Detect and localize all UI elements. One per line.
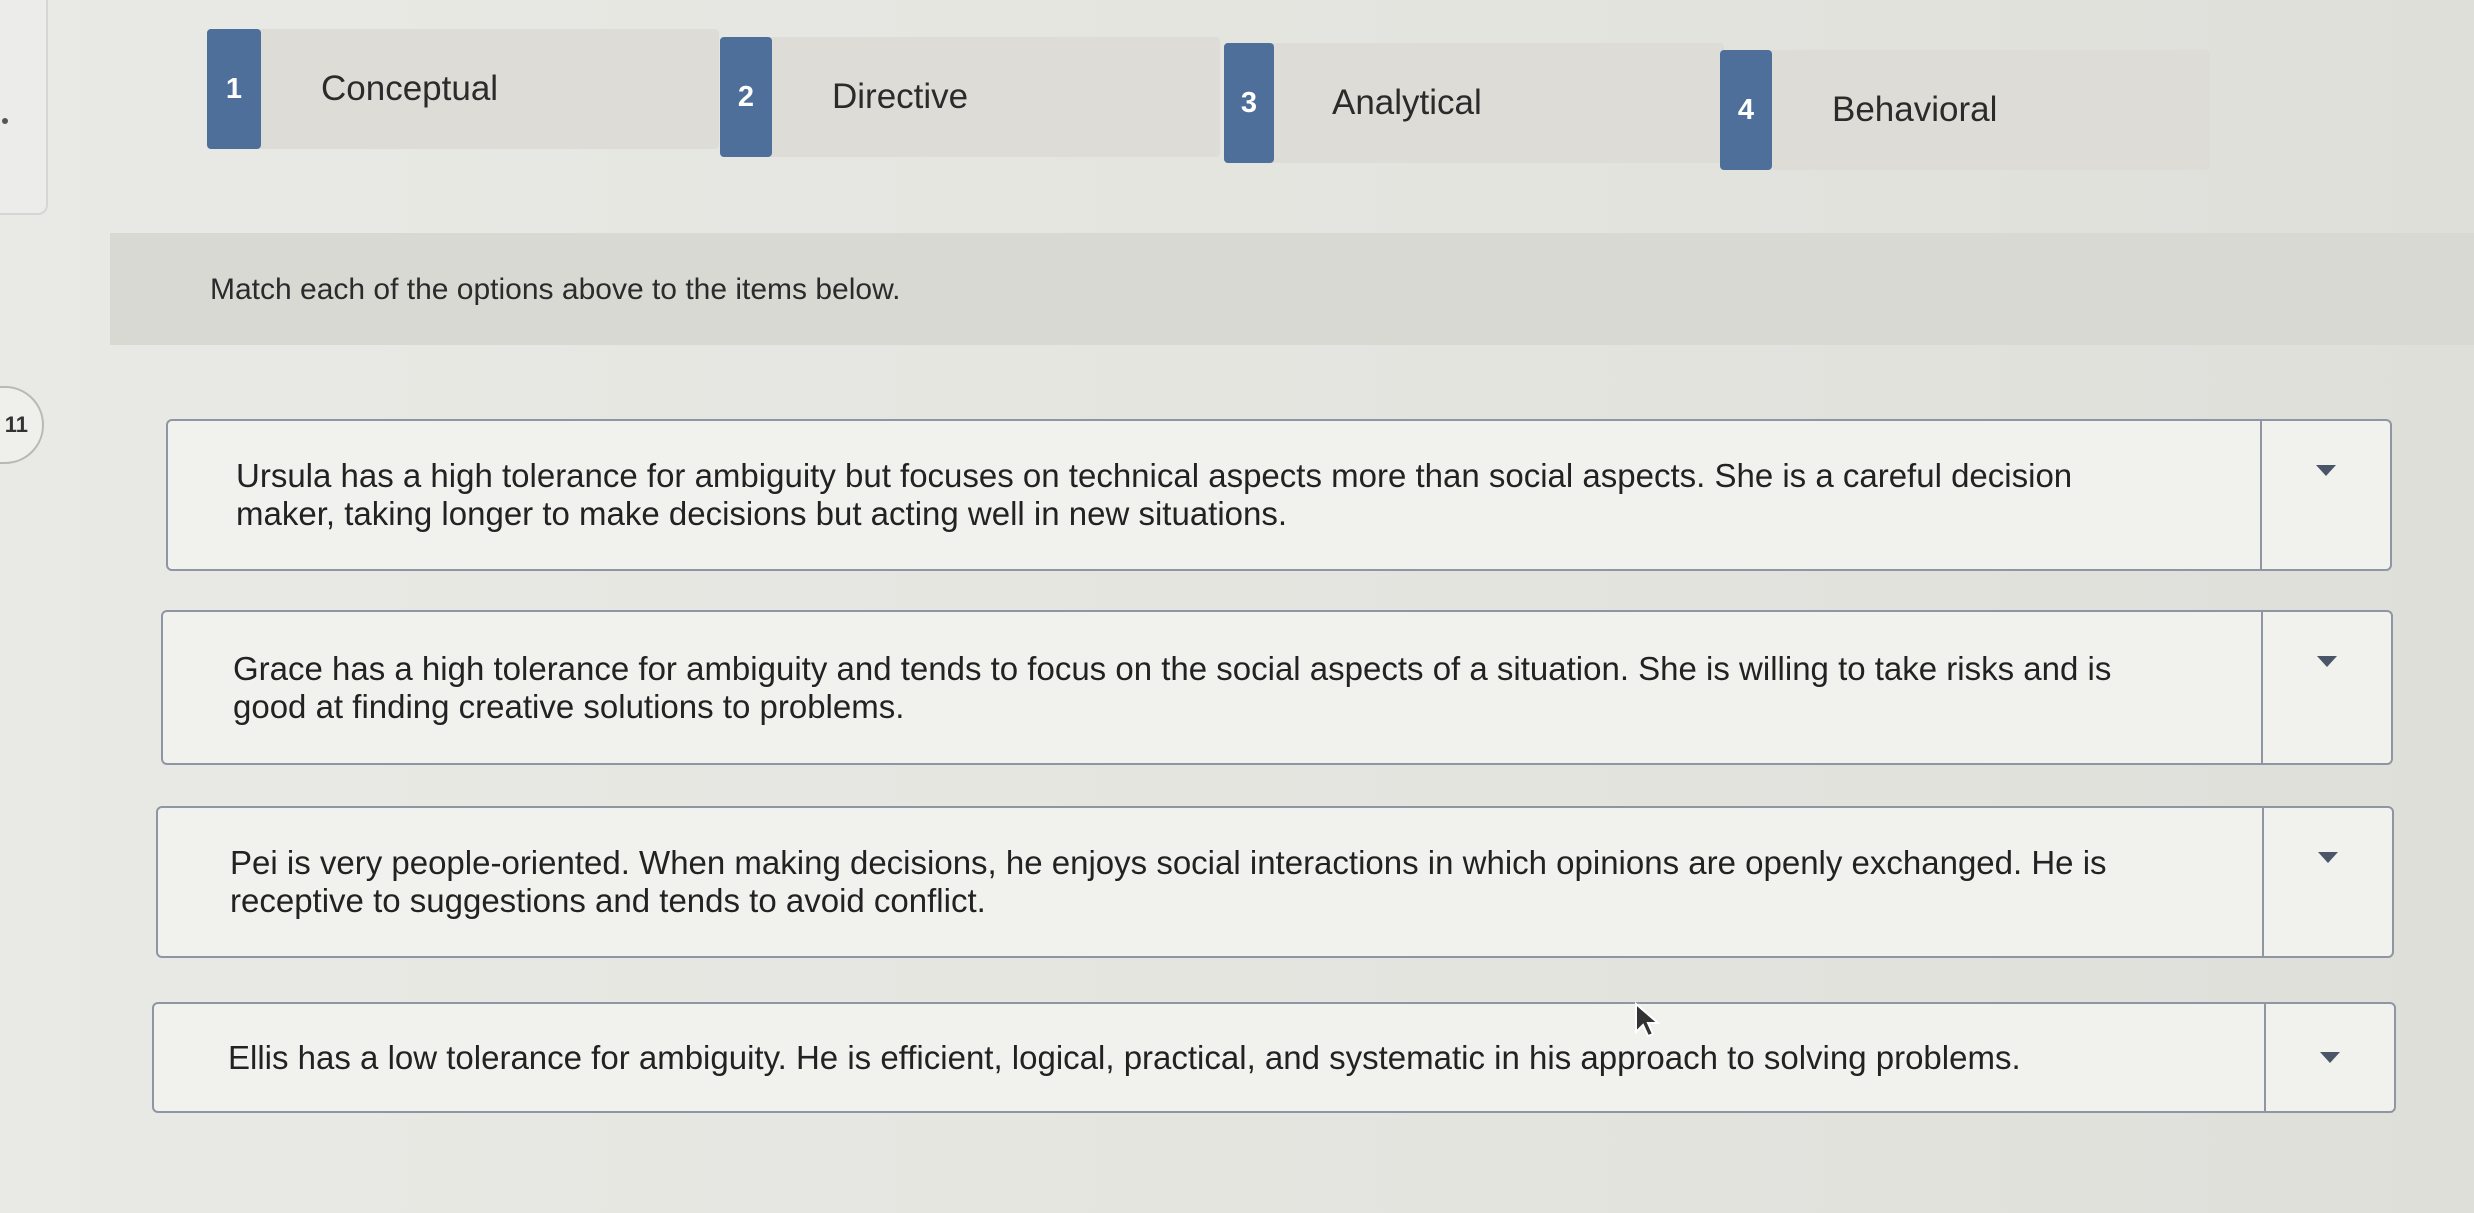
option-card-conceptual[interactable]: 1 Conceptual [207, 29, 719, 149]
option-label: Analytical [1332, 83, 1482, 122]
chevron-down-icon [2318, 852, 2338, 863]
matching-question-page: 11 1 Conceptual 2 Directive 3 Analytical… [0, 0, 2474, 1213]
sidebar-dot [2, 118, 8, 124]
question-number-badge[interactable]: 11 [0, 386, 44, 464]
match-item-text: Grace has a high tolerance for ambiguity… [233, 649, 2112, 725]
option-number-badge: 3 [1224, 43, 1274, 163]
option-card-directive[interactable]: 2 Directive [720, 37, 1220, 157]
match-item-pei: Pei is very people-oriented. When making… [156, 806, 2394, 958]
match-dropdown[interactable] [2262, 808, 2392, 956]
chevron-down-icon [2317, 656, 2337, 667]
option-number-badge: 2 [720, 37, 772, 157]
chevron-down-icon [2316, 465, 2336, 476]
match-item-ursula: Ursula has a high tolerance for ambiguit… [166, 419, 2392, 571]
match-dropdown[interactable] [2260, 421, 2390, 569]
instructions-text: Match each of the options above to the i… [210, 273, 901, 306]
option-card-analytical[interactable]: 3 Analytical [1224, 43, 1724, 163]
option-label: Behavioral [1832, 90, 1998, 129]
match-dropdown[interactable] [2264, 1004, 2394, 1111]
match-dropdown[interactable] [2261, 612, 2391, 763]
match-item-text: Ellis has a low tolerance for ambiguity.… [228, 1038, 2021, 1076]
sidebar-panel [0, 0, 48, 215]
option-number-badge: 1 [207, 29, 261, 149]
question-number: 11 [4, 412, 28, 437]
option-card-behavioral[interactable]: 4 Behavioral [1720, 50, 2210, 170]
option-number-badge: 4 [1720, 50, 1772, 170]
instructions-band: Match each of the options above to the i… [110, 233, 2474, 345]
match-item-text: Ursula has a high tolerance for ambiguit… [236, 457, 2073, 532]
mouse-pointer-icon [1635, 1002, 1661, 1038]
option-label: Conceptual [321, 69, 499, 108]
option-label: Directive [832, 77, 969, 116]
match-item-grace: Grace has a high tolerance for ambiguity… [161, 610, 2393, 765]
match-item-text: Pei is very people-oriented. When making… [230, 844, 2107, 919]
match-item-ellis: Ellis has a low tolerance for ambiguity.… [152, 1002, 2396, 1113]
chevron-down-icon [2320, 1052, 2340, 1063]
